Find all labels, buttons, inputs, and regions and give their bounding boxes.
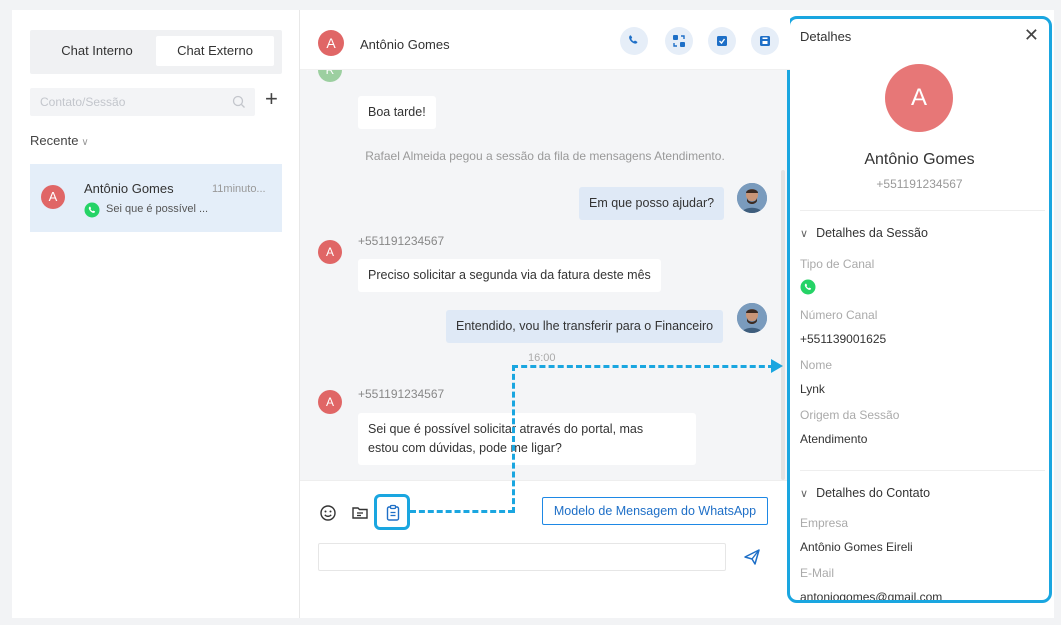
- field-label: E-Mail: [800, 566, 835, 580]
- contact-details-toggle[interactable]: ∨ Detalhes do Contato: [800, 486, 930, 500]
- message-line: Sei que é possível solicitar através do …: [368, 422, 644, 436]
- chat-header: A Antônio Gomes: [300, 10, 790, 70]
- send-icon[interactable]: [742, 547, 762, 567]
- message-bubble: Boa tarde!: [358, 96, 436, 129]
- avatar: A: [885, 64, 953, 132]
- annotation-line: [512, 365, 515, 513]
- details-panel: Detalhes ✕ A Antônio Gomes +551191234567…: [787, 16, 1052, 603]
- message-sender: +551191234567: [358, 234, 445, 248]
- message-input[interactable]: [318, 543, 726, 571]
- message-bubble: Em que posso ajudar?: [579, 187, 725, 220]
- avatar: A: [41, 185, 65, 209]
- tab-chat-interno[interactable]: Chat Interno: [38, 36, 156, 66]
- scrollbar[interactable]: [781, 170, 785, 480]
- list-item[interactable]: A Antônio Gomes 11minuto... Sei que é po…: [30, 164, 282, 232]
- session-details-toggle[interactable]: ∨ Detalhes da Sessão: [800, 226, 928, 240]
- ticket-button[interactable]: [708, 27, 736, 55]
- call-button[interactable]: [620, 27, 648, 55]
- whatsapp-icon: [84, 202, 100, 218]
- field-label: Tipo de Canal: [800, 257, 875, 271]
- avatar: R: [318, 70, 342, 82]
- chat-contact-name: Antônio Gomes: [360, 37, 450, 52]
- field-value: Lynk: [800, 382, 825, 396]
- field-value: Atendimento: [800, 432, 868, 446]
- field-label: Origem da Sessão: [800, 408, 900, 422]
- chat-tabs: Chat Interno Chat Externo: [30, 30, 282, 74]
- archive-button[interactable]: [751, 27, 779, 55]
- plus-icon[interactable]: +: [265, 88, 278, 110]
- transfer-icon: [673, 35, 685, 47]
- recent-filter[interactable]: Recente ∨: [30, 133, 89, 148]
- transfer-button[interactable]: [665, 27, 693, 55]
- highlight-box: [374, 494, 410, 530]
- annotation-line: [410, 510, 514, 513]
- annotation-arrow: [771, 359, 783, 373]
- message-bubble: Entendido, vou lhe transferir para o Fin…: [446, 310, 724, 343]
- contact-name: Antônio Gomes: [84, 181, 174, 196]
- field-label: Empresa: [800, 516, 849, 530]
- message-bubble: Sei que é possível solicitar através do …: [358, 413, 696, 465]
- close-icon[interactable]: ✕: [1024, 25, 1039, 46]
- field-value: +551139001625: [800, 332, 887, 346]
- contact-preview: Sei que é possível ...: [106, 203, 209, 215]
- search-placeholder: Contato/Sessão: [40, 95, 126, 109]
- divider: [800, 210, 1045, 211]
- whatsapp-icon: [800, 279, 816, 295]
- field-value: Antônio Gomes Eireli: [800, 540, 913, 554]
- avatar: A: [318, 30, 344, 56]
- field-value: antoniogomes@gmail.com: [800, 590, 943, 603]
- avatar: A: [318, 240, 342, 264]
- archive-icon: [760, 36, 770, 46]
- timestamp: 16:00: [528, 352, 556, 364]
- message-sender: +551191234567: [358, 387, 445, 401]
- details-contact-phone: +551191234567: [876, 177, 963, 191]
- message-list: R Boa tarde! Rafael Almeida pegou a sess…: [300, 70, 790, 480]
- emoji-icon[interactable]: [318, 503, 338, 523]
- system-message: Rafael Almeida pegou a sessão da fila de…: [365, 149, 725, 163]
- chevron-down-icon: ∨: [800, 228, 809, 240]
- field-label: Número Canal: [800, 308, 878, 322]
- search-input[interactable]: Contato/Sessão: [30, 88, 255, 116]
- field-label: Nome: [800, 358, 833, 372]
- phone-icon: [629, 35, 638, 44]
- details-title: Detalhes: [800, 29, 852, 44]
- ticket-icon: [717, 36, 727, 46]
- annotation-line: [512, 365, 774, 368]
- chevron-down-icon: ∨: [81, 137, 89, 148]
- message-bubble: Preciso solicitar a segunda via da fatur…: [358, 259, 661, 292]
- agent-avatar: [737, 303, 767, 333]
- contact-time: 11minuto...: [212, 183, 266, 195]
- whatsapp-template-button[interactable]: Modelo de Mensagem do WhatsApp: [542, 497, 768, 525]
- divider: [800, 470, 1045, 471]
- chat-panel: A Antônio Gomes R Boa tarde! Rafael Alme…: [300, 10, 790, 618]
- section-title: Detalhes da Sessão: [816, 226, 928, 240]
- conversation-list-panel: Chat Interno Chat Externo Contato/Sessão…: [12, 10, 300, 618]
- agent-avatar: [737, 183, 767, 213]
- recent-label: Recente: [30, 133, 79, 148]
- message-line: estou com dúvidas, pode me ligar?: [368, 441, 562, 455]
- tab-chat-externo[interactable]: Chat Externo: [156, 36, 274, 66]
- search-icon: [232, 95, 245, 108]
- folder-icon[interactable]: [350, 503, 370, 523]
- avatar: A: [318, 390, 342, 414]
- chevron-down-icon: ∨: [800, 488, 809, 500]
- section-title: Detalhes do Contato: [816, 486, 931, 500]
- details-contact-name: Antônio Gomes: [864, 151, 975, 168]
